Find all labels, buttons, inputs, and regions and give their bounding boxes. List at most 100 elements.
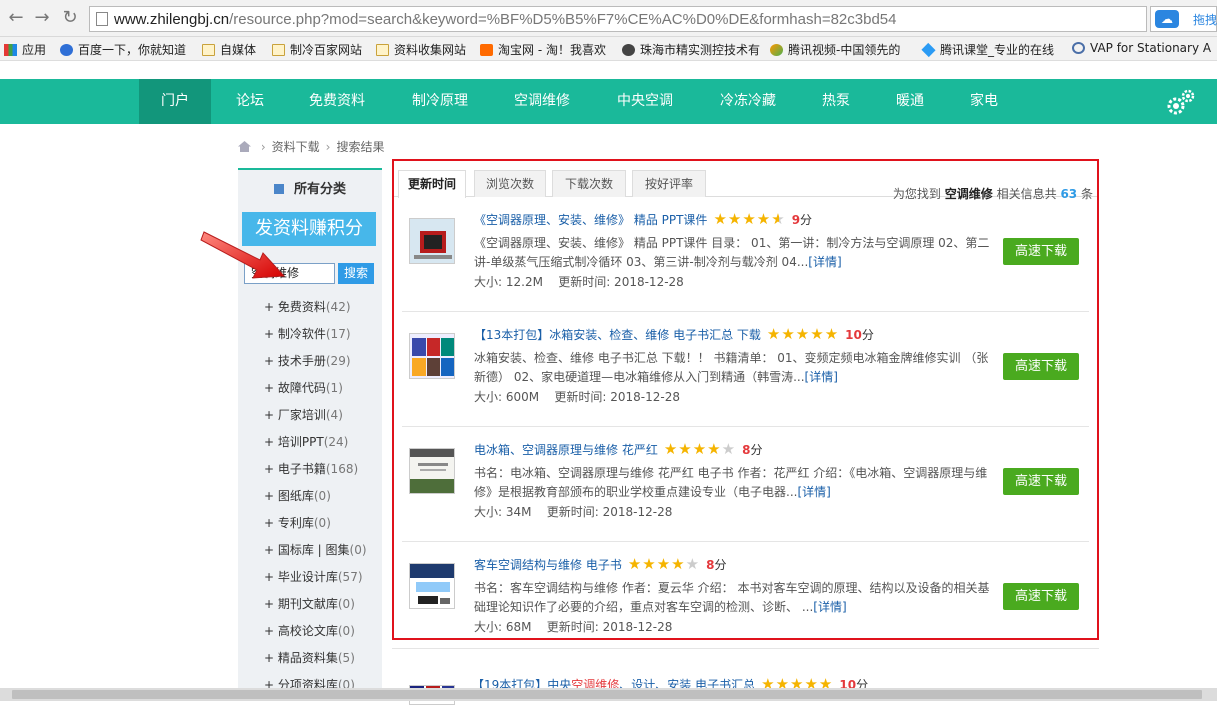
- site-icon: [622, 44, 635, 56]
- tab-update-time[interactable]: 更新时间: [398, 170, 466, 198]
- category-item[interactable]: + 电子书籍(168): [264, 460, 358, 477]
- nav-central-ac[interactable]: 中央空调: [605, 79, 685, 124]
- download-button[interactable]: 高速下载: [1003, 238, 1079, 265]
- detail-link[interactable]: [详情]: [797, 485, 830, 499]
- result-item: 电冰箱、空调器原理与维修 花严红 ★★★★★ 8分 书名：电冰箱、空调器原理与维修 …: [402, 428, 1089, 542]
- bookmark-baidu[interactable]: 百度一下，你就知道: [60, 41, 186, 58]
- bookmarks-bar: 应用 百度一下，你就知道 自媒体 制冷百家网站 资料收集网站 淘宝网 - 淘！我…: [0, 37, 1217, 61]
- bookmark-vap[interactable]: VAP for Stationary A: [1072, 41, 1211, 55]
- category-item[interactable]: + 期刊文献库(0): [264, 595, 355, 612]
- result-thumbnail[interactable]: [409, 218, 455, 264]
- search-results-panel: 更新时间 浏览次数 下载次数 按好评率 为您找到 空调维修 相关信息共 63 条…: [392, 159, 1099, 640]
- category-item[interactable]: + 免费资料(42): [264, 298, 351, 315]
- result-title[interactable]: 【13本打包】冰箱安装、检查、维修 电子书汇总 下载 ★★★★★ 10分: [474, 325, 874, 343]
- nav-refrigeration[interactable]: 制冷原理: [400, 79, 480, 124]
- rating-stars: ★★★★★: [766, 325, 840, 343]
- result-thumbnail[interactable]: [409, 448, 455, 494]
- breadcrumb-downloads[interactable]: 资料下载: [272, 140, 320, 154]
- download-button[interactable]: 高速下载: [1003, 583, 1079, 610]
- nav-portal[interactable]: 门户: [139, 79, 211, 124]
- reload-icon[interactable]: ↻: [60, 8, 80, 28]
- sort-tabs: 更新时间 浏览次数 下载次数 按好评率 为您找到 空调维修 相关信息共 63 条: [394, 170, 1097, 201]
- rating-stars: ★★★★★: [627, 555, 701, 573]
- category-grid-icon: [273, 184, 284, 194]
- result-thumbnail[interactable]: [409, 563, 455, 609]
- result-meta: 大小: 34M 更新时间: 2018-12-28: [474, 505, 673, 519]
- nav-free[interactable]: 免费资料: [297, 79, 377, 124]
- page-icon: [96, 12, 108, 26]
- result-title[interactable]: 电冰箱、空调器原理与维修 花严红 ★★★★★ 8分: [474, 440, 762, 458]
- result-title[interactable]: 《空调器原理、安装、维修》 精品 PPT课件 ★★★★★ 9分: [474, 210, 812, 228]
- extension-button[interactable]: ☁ 拖拽: [1150, 6, 1217, 32]
- download-button[interactable]: 高速下载: [1003, 353, 1079, 380]
- folder-icon: [202, 44, 215, 56]
- annotation-arrow-icon: [200, 231, 286, 279]
- nav-cold-storage[interactable]: 冷冻冷藏: [708, 79, 788, 124]
- bookmark-apps[interactable]: 应用: [4, 41, 46, 58]
- back-icon[interactable]: ←: [6, 8, 26, 28]
- forward-icon[interactable]: →: [32, 8, 52, 28]
- bookmark-folder[interactable]: 自媒体: [202, 41, 256, 58]
- category-item[interactable]: + 毕业设计库(57): [264, 568, 363, 585]
- url-text: www.zhilengbj.cn/resource.php?mod=search…: [114, 11, 897, 28]
- category-item[interactable]: + 技术手册(29): [264, 352, 351, 369]
- breadcrumb: › 资料下载 › 搜索结果: [238, 138, 384, 155]
- detail-link[interactable]: [详情]: [808, 255, 841, 269]
- result-meta: 大小: 12.2M 更新时间: 2018-12-28: [474, 275, 684, 289]
- category-item[interactable]: + 高校论文库(0): [264, 622, 355, 639]
- result-meta: 大小: 600M 更新时间: 2018-12-28: [474, 390, 680, 404]
- bookmark-folder[interactable]: 资料收集网站: [376, 41, 466, 58]
- category-item[interactable]: + 厂家培训(4): [264, 406, 343, 423]
- baidu-paw-icon: [60, 44, 73, 56]
- bookmark-zhuhai[interactable]: 珠海市精实测控技术有: [622, 41, 760, 58]
- address-bar[interactable]: www.zhilengbj.cn/resource.php?mod=search…: [89, 6, 1147, 32]
- gear-icon: [1072, 42, 1085, 54]
- category-item[interactable]: + 精品资料集(5): [264, 649, 355, 666]
- diamond-icon: [921, 42, 936, 58]
- bookmark-tencent-class[interactable]: 腾讯课堂_专业的在线: [921, 41, 1054, 58]
- nav-ac-repair[interactable]: 空调维修: [502, 79, 582, 124]
- nav-appliance[interactable]: 家电: [960, 79, 1008, 124]
- breadcrumb-results: 搜索结果: [336, 140, 385, 154]
- category-item[interactable]: + 图纸库(0): [264, 487, 331, 504]
- bookmark-taobao[interactable]: 淘宝网 - 淘！我喜欢: [480, 41, 606, 58]
- search-button[interactable]: 搜索: [338, 263, 374, 284]
- rating-stars: ★★★★★: [663, 440, 737, 458]
- scrollbar-thumb[interactable]: [12, 690, 1202, 699]
- cloud-icon: ☁: [1155, 10, 1179, 28]
- extension-label: 拖拽: [1193, 13, 1217, 27]
- home-icon[interactable]: [238, 141, 251, 152]
- taobao-icon: [480, 44, 493, 56]
- settings-gear-icon[interactable]: [1166, 88, 1196, 116]
- result-description: 书名：电冰箱、空调器原理与维修 花严红 电子书 作者：花严红 介绍：《电冰箱、空…: [474, 466, 988, 499]
- result-thumbnail[interactable]: [409, 333, 455, 379]
- bookmark-folder[interactable]: 制冷百家网站: [272, 41, 362, 58]
- folder-icon: [376, 44, 389, 56]
- download-button[interactable]: 高速下载: [1003, 468, 1079, 495]
- bookmark-tencent-video[interactable]: 腾讯视频-中国领先的: [770, 41, 900, 58]
- result-meta: 大小: 68M 更新时间: 2018-12-28: [474, 620, 673, 634]
- apps-grid-icon: [4, 44, 17, 56]
- site-nav: 门户 论坛 免费资料 制冷原理 空调维修 中央空调 冷冻冷藏 热泵 暖通 家电: [0, 79, 1217, 124]
- category-item[interactable]: + 制冷软件(17): [264, 325, 351, 342]
- rating-stars: ★★★★★: [713, 210, 786, 228]
- tab-views[interactable]: 浏览次数: [474, 170, 546, 197]
- result-item: 《空调器原理、安装、维修》 精品 PPT课件 ★★★★★ 9分 《空调器原理、安装、…: [402, 198, 1089, 312]
- nav-hvac[interactable]: 暖通: [886, 79, 934, 124]
- sidebar-title: 所有分类: [238, 178, 382, 197]
- category-item[interactable]: + 国标库 | 图集(0): [264, 541, 367, 558]
- result-item: 【13本打包】冰箱安装、检查、维修 电子书汇总 下载 ★★★★★ 10分 冰箱安装、…: [402, 313, 1089, 427]
- nav-forum[interactable]: 论坛: [222, 79, 278, 124]
- result-description: 冰箱安装、检查、维修 电子书汇总 下载！！ 书籍清单： 01、变频定频电冰箱金牌…: [474, 351, 989, 384]
- tab-rating[interactable]: 按好评率: [632, 170, 706, 197]
- category-item[interactable]: + 故障代码(1): [264, 379, 343, 396]
- category-item[interactable]: + 培训PPT(24): [264, 433, 348, 450]
- detail-link[interactable]: [详情]: [805, 370, 838, 384]
- category-item[interactable]: + 专利库(0): [264, 514, 331, 531]
- tab-downloads[interactable]: 下载次数: [552, 170, 626, 197]
- horizontal-scrollbar[interactable]: [0, 688, 1217, 701]
- result-title[interactable]: 客车空调结构与维修 电子书 ★★★★★ 8分: [474, 555, 726, 573]
- nav-heat-pump[interactable]: 热泵: [812, 79, 860, 124]
- detail-link[interactable]: [详情]: [813, 600, 846, 614]
- result-item: 客车空调结构与维修 电子书 ★★★★★ 8分 书名：客车空调结构与维修 作者：夏云华…: [402, 543, 1089, 657]
